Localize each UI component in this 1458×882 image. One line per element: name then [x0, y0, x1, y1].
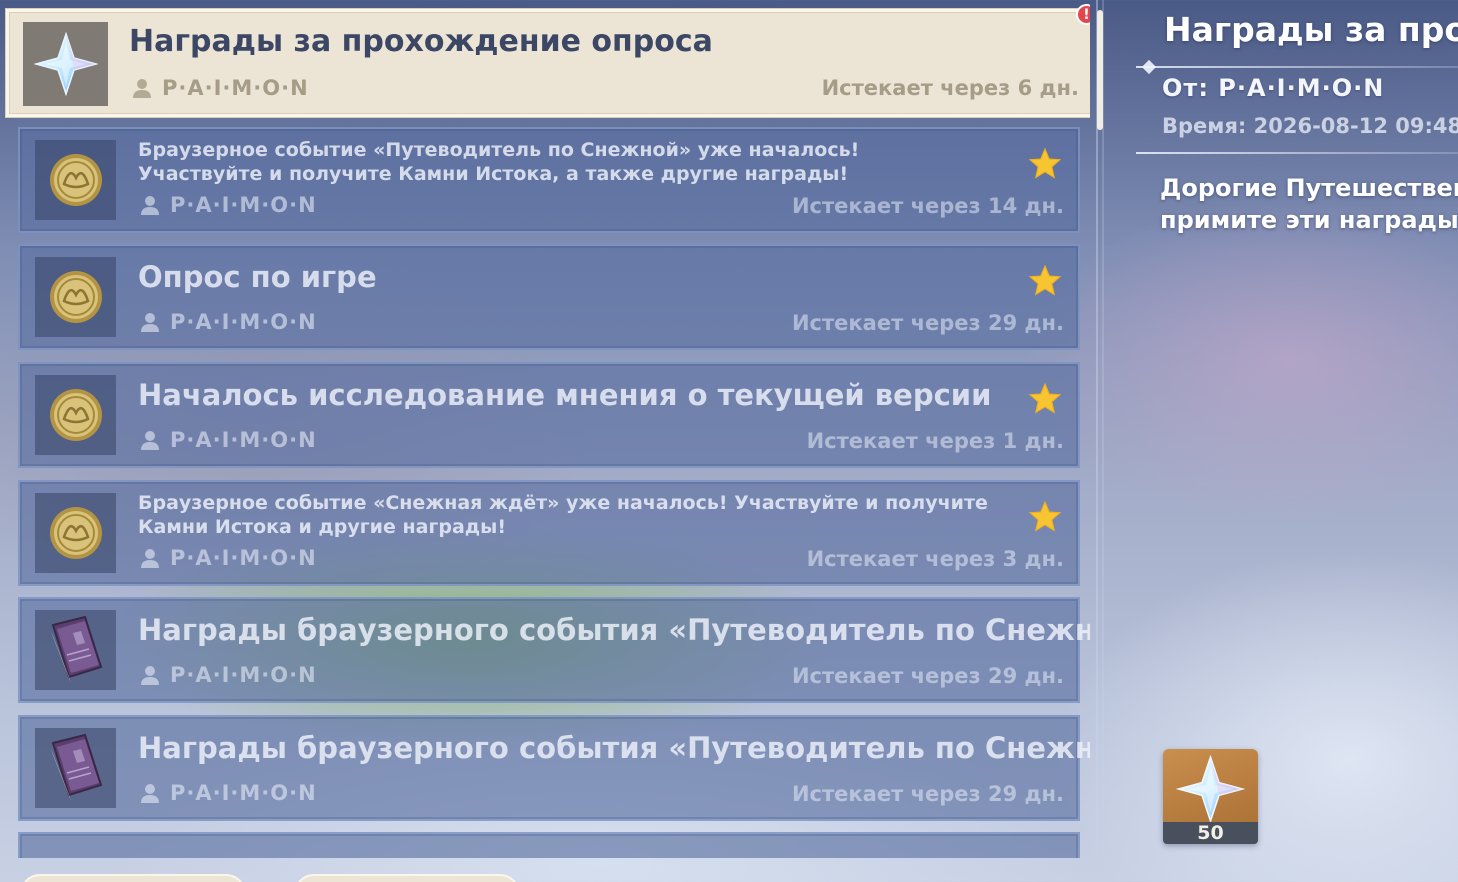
- mail-expiry: Истекает через 3 дн.: [806, 547, 1064, 571]
- detail-body: Дорогие Путешествен примите эти награды: [1160, 172, 1458, 236]
- mail-title: Награды браузерного события «Путеводител…: [138, 731, 1090, 765]
- detail-time: Время: 2026-08-12 09:48: [1162, 114, 1458, 138]
- mail-icon-frame: [35, 257, 116, 337]
- scrollbar-thumb[interactable]: [1097, 10, 1103, 130]
- divider: [1136, 59, 1458, 75]
- user-icon: [141, 431, 159, 450]
- user-icon: [141, 784, 159, 803]
- mail-expiry: Истекает через 14 дн.: [791, 194, 1064, 218]
- mail-sender-name: P·A·I·M·O·N: [170, 663, 317, 687]
- mail-expiry: Истекает через 1 дн.: [806, 429, 1064, 453]
- mail-title: Опрос по игре: [138, 260, 377, 294]
- coin-icon: [49, 507, 102, 559]
- mail-icon-frame: [35, 610, 116, 690]
- from-value: P·A·I·M·O·N: [1218, 74, 1385, 102]
- mail-item[interactable]: [18, 832, 1080, 858]
- mail-sender: P·A·I·M·O·N: [140, 546, 317, 570]
- bottom-button-right[interactable]: [294, 874, 520, 882]
- detail-body-line: Дорогие Путешествен: [1160, 174, 1458, 202]
- mail-expiry: Истекает через 29 дн.: [791, 311, 1064, 335]
- mail-item[interactable]: Началось исследование мнения о текущей в…: [18, 362, 1080, 468]
- book-icon: [50, 615, 102, 683]
- user-icon: [141, 196, 159, 215]
- mail-list-scrollbar[interactable]: [1096, 0, 1104, 858]
- mail-item[interactable]: Браузерное событие «Снежная ждёт» уже на…: [18, 480, 1080, 586]
- book-icon: [50, 733, 102, 801]
- mail-sender-name: P·A·I·M·O·N: [170, 781, 317, 805]
- mail-expiry: Истекает через 29 дн.: [791, 664, 1064, 688]
- mail-sender-name: P·A·I·M·O·N: [170, 310, 317, 334]
- mail-sender: P·A·I·M·O·N: [140, 193, 317, 217]
- mail-sender: P·A·I·M·O·N: [132, 76, 309, 100]
- mail-icon-frame: [35, 375, 116, 455]
- mail-item[interactable]: Опрос по игре P·A·I·M·O·N Истекает через…: [18, 244, 1080, 350]
- mail-icon-frame: [23, 22, 108, 106]
- mail-icon-frame: [35, 728, 116, 808]
- coin-icon: [49, 271, 102, 323]
- mail-item[interactable]: Браузерное событие «Путеводитель по Снеж…: [18, 127, 1080, 233]
- mail-list: Награды за прохождение опроса P·A·I·M·O·…: [0, 0, 1090, 858]
- mail-expiry: Истекает через 6 дн.: [821, 76, 1079, 100]
- coin-icon: [49, 389, 102, 441]
- user-icon: [133, 79, 151, 98]
- from-label: От:: [1162, 74, 1209, 102]
- mail-detail-panel: Награды за прох От: P·A·I·M·O·N Время: 2…: [1136, 0, 1458, 882]
- mail-title: Браузерное событие «Снежная ждёт» уже на…: [138, 492, 988, 538]
- unread-badge: !: [1076, 4, 1090, 25]
- user-icon: [141, 313, 159, 332]
- reward-count: 50: [1163, 822, 1258, 844]
- mail-icon-frame: [35, 493, 116, 573]
- mail-title: Началось исследование мнения о текущей в…: [138, 378, 992, 412]
- star-icon[interactable]: [1028, 147, 1062, 181]
- divider: [1136, 152, 1458, 154]
- mail-item-selected[interactable]: Награды за прохождение опроса P·A·I·M·O·…: [6, 9, 1090, 117]
- detail-sender: От: P·A·I·M·O·N: [1162, 74, 1384, 102]
- time-label: Время:: [1162, 114, 1247, 138]
- mail-sender: P·A·I·M·O·N: [140, 781, 317, 805]
- mail-sender-name: P·A·I·M·O·N: [170, 428, 317, 452]
- mail-sender: P·A·I·M·O·N: [140, 428, 317, 452]
- mail-title: Награды за прохождение опроса: [129, 24, 713, 59]
- primogem-icon: [1175, 755, 1246, 823]
- mail-sender: P·A·I·M·O·N: [140, 663, 317, 687]
- time-value: 2026-08-12 09:48: [1253, 114, 1458, 138]
- mail-sender-name: P·A·I·M·O·N: [170, 546, 317, 570]
- mail-expiry: Истекает через 29 дн.: [791, 782, 1064, 806]
- star-icon[interactable]: [1028, 264, 1062, 298]
- mail-title: Браузерное событие «Путеводитель по Снеж…: [138, 139, 860, 185]
- reward-item[interactable]: 50: [1163, 749, 1258, 844]
- mail-item[interactable]: Награды браузерного события «Путеводител…: [18, 715, 1090, 821]
- detail-title: Награды за прох: [1164, 10, 1458, 49]
- mail-icon-frame: [35, 140, 116, 220]
- mail-sender-name: P·A·I·M·O·N: [162, 76, 309, 100]
- mail-sender: P·A·I·M·O·N: [140, 310, 317, 334]
- bottom-button-left[interactable]: [20, 874, 246, 882]
- star-icon[interactable]: [1028, 382, 1062, 416]
- primogem-icon: [33, 32, 98, 96]
- mail-sender-name: P·A·I·M·O·N: [170, 193, 317, 217]
- user-icon: [141, 666, 159, 685]
- mail-title: Награды браузерного события «Путеводител…: [138, 613, 1090, 647]
- star-icon[interactable]: [1028, 500, 1062, 534]
- mail-item[interactable]: Награды браузерного события «Путеводител…: [18, 597, 1090, 703]
- user-icon: [141, 549, 159, 568]
- detail-body-line: примите эти награды: [1160, 206, 1458, 234]
- coin-icon: [49, 154, 102, 206]
